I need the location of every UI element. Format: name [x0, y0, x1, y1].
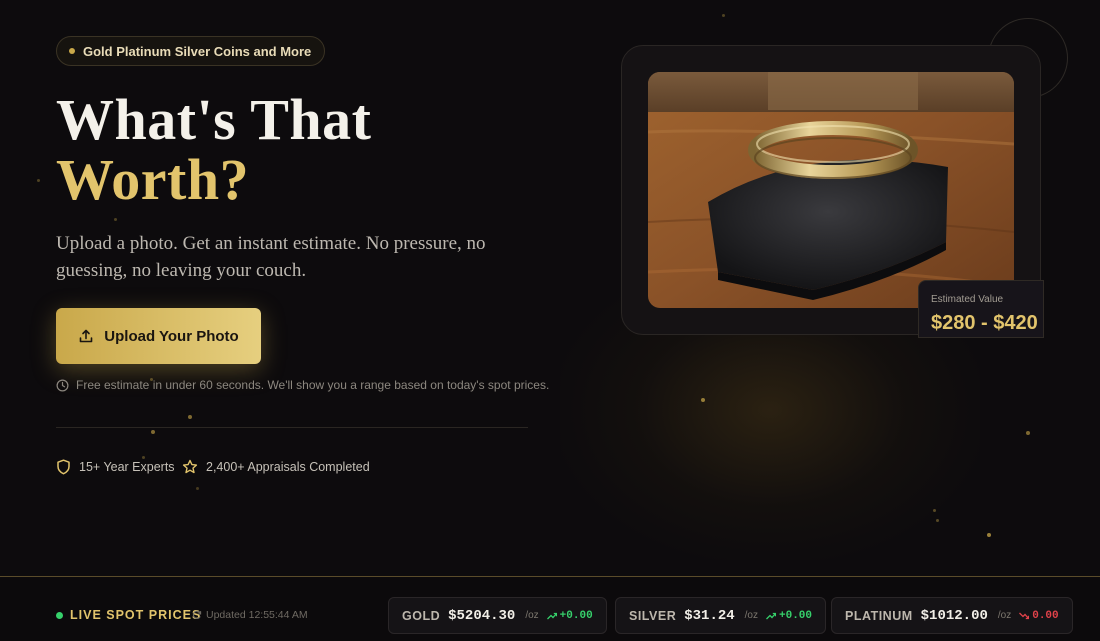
metal-unit: /oz: [525, 610, 539, 621]
hero-title: What's That Worth?: [56, 90, 371, 210]
estimated-value-card: Estimated Value $280 - $420: [918, 280, 1044, 338]
trend-up-icon: [546, 612, 557, 619]
badge-label: Gold Platinum Silver Coins and More: [83, 43, 312, 59]
metal-name: SILVER: [629, 608, 677, 623]
metal-change-value: +0.00: [779, 609, 813, 622]
trend-down-icon: [1019, 612, 1030, 619]
particle: [936, 519, 939, 522]
trust-item-label: 15+ Year Experts: [79, 460, 175, 474]
live-dot: [56, 611, 63, 619]
spot-price-ticker: LIVE SPOT PRICES Updated 12:55:44 AM GOL…: [0, 576, 1100, 641]
item-photo: [648, 72, 1014, 308]
metal-price: $31.24: [684, 607, 735, 624]
metal-unit: /oz: [997, 610, 1012, 621]
trend-up-icon: [766, 612, 776, 619]
category-badge: Gold Platinum Silver Coins and More: [56, 36, 326, 66]
particle: [933, 509, 936, 512]
spot-price-platinum: PLATINUM $1012.00 /oz 0.00: [831, 597, 1073, 634]
upload-icon: [79, 329, 93, 343]
metal-name: PLATINUM: [845, 608, 913, 623]
metal-name: GOLD: [402, 608, 441, 623]
particle: [722, 14, 725, 17]
shield-icon: [57, 459, 70, 475]
particle: [151, 430, 155, 434]
spot-price-gold: GOLD $5204.30 /oz +0.00: [388, 597, 607, 634]
metal-change-value: +0.00: [559, 609, 593, 622]
estimate-note-text: Free estimate in under 60 seconds. We'll…: [76, 378, 550, 392]
refresh-icon: [192, 610, 202, 619]
spot-price-silver: SILVER $31.24 /oz +0.00: [615, 597, 827, 634]
metal-change: +0.00: [546, 609, 593, 622]
metal-change-value: 0.00: [1032, 609, 1059, 622]
metal-price: $5204.30: [448, 607, 516, 624]
particle: [188, 415, 192, 419]
hero-subtitle: Upload a photo. Get an instant estimate.…: [56, 233, 486, 281]
upload-photo-button[interactable]: Upload Your Photo: [56, 308, 261, 364]
particle: [987, 533, 991, 537]
particle: [701, 398, 705, 402]
particle: [1026, 431, 1030, 435]
estimated-value-label: Estimated Value: [931, 294, 1004, 305]
metal-price: $1012.00: [920, 607, 988, 624]
trust-item-experts: 15+ Year Experts: [56, 459, 175, 475]
hero-title-line1: What's That: [56, 87, 372, 152]
clock-icon: [56, 379, 69, 391]
particle: [196, 487, 199, 490]
divider: [56, 427, 528, 428]
bracelet-photo: [648, 72, 1014, 308]
updated-time: Updated 12:55:44 AM: [192, 609, 308, 621]
live-indicator: LIVE SPOT PRICES: [56, 608, 201, 622]
badge-dot: [69, 48, 75, 54]
metal-change: 0.00: [1019, 609, 1059, 622]
particle: [37, 179, 40, 182]
metal-change: +0.00: [766, 610, 812, 622]
star-icon: [182, 459, 198, 474]
trust-item-label: 2,400+ Appraisals Completed: [206, 460, 370, 474]
trust-item-appraisals: 2,400+ Appraisals Completed: [182, 459, 370, 475]
metal-unit: /oz: [744, 610, 758, 621]
upload-photo-label: Upload Your Photo: [104, 327, 239, 345]
estimate-note: Free estimate in under 60 seconds. We'll…: [56, 378, 549, 392]
updated-text: Updated 12:55:44 AM: [206, 609, 308, 621]
hero-title-line2: Worth?: [56, 147, 250, 212]
particle: [114, 218, 117, 221]
estimated-value: $280 - $420: [931, 312, 1038, 334]
live-label: LIVE SPOT PRICES: [70, 608, 202, 622]
